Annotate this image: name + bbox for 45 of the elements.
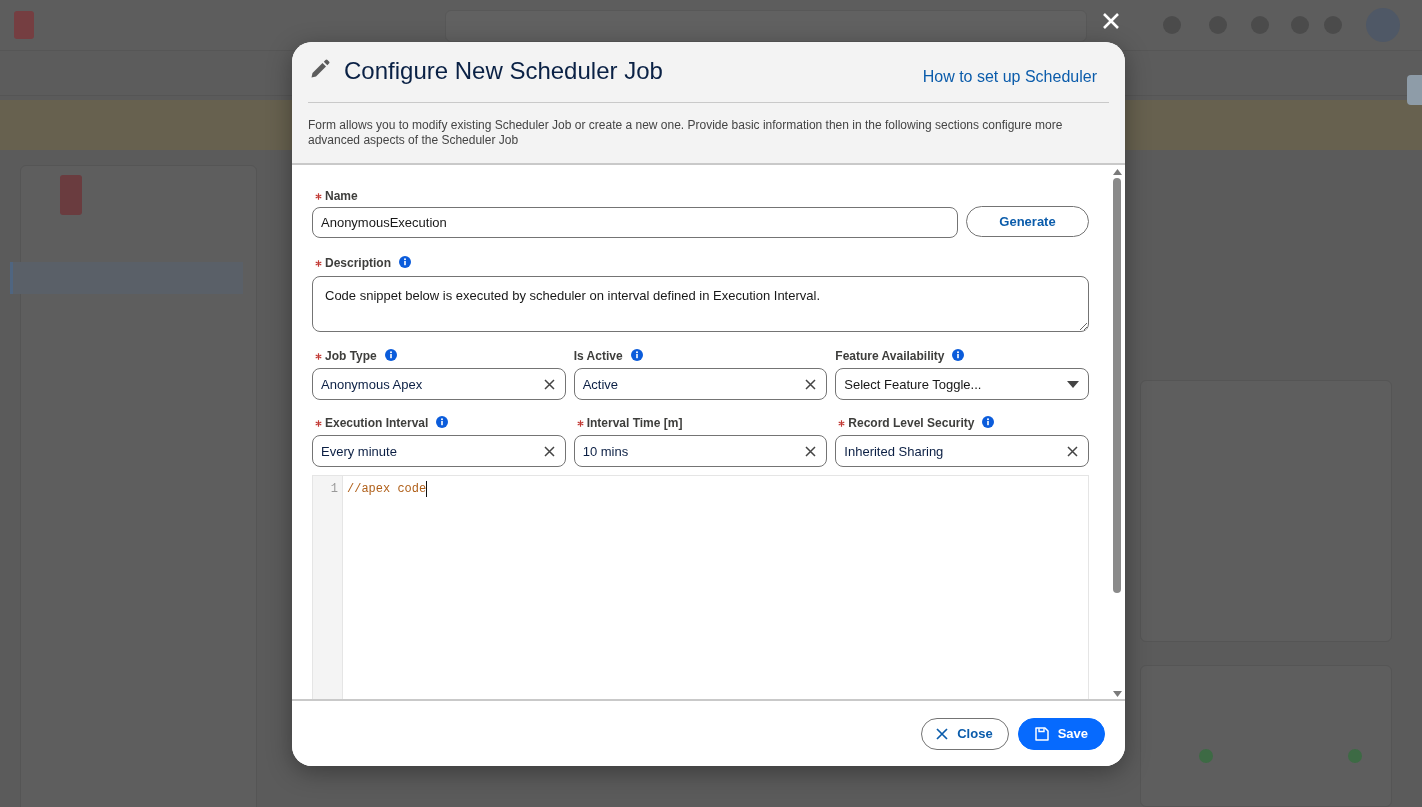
code-line: //apex code	[347, 481, 428, 497]
info-icon[interactable]	[982, 415, 995, 428]
caret-down-icon	[1067, 380, 1079, 388]
line-number: 1	[330, 481, 338, 497]
name-input[interactable]: AnonymousExecution	[312, 207, 958, 238]
info-icon[interactable]	[384, 348, 397, 361]
save-icon	[1034, 726, 1049, 741]
scrollbar-thumb[interactable]	[1113, 178, 1121, 593]
close-icon[interactable]	[1102, 12, 1120, 30]
description-textarea[interactable]: Code snippet below is executed by scheduler on interval defined in Execution Interval.	[312, 276, 1089, 332]
code-editor[interactable]: 1 //apex code	[312, 475, 1089, 699]
scroll-up-icon[interactable]	[1112, 169, 1122, 175]
combobox[interactable]: Anonymous Apex	[312, 368, 566, 400]
field-label: Execution Interval	[325, 416, 429, 430]
field-label: Job Type	[325, 349, 377, 363]
close-button[interactable]: Close	[921, 717, 1009, 750]
info-icon[interactable]	[952, 348, 965, 361]
clear-icon[interactable]	[805, 445, 817, 457]
combobox[interactable]: 10 mins	[573, 435, 828, 467]
field-label: Interval Time [m]	[586, 416, 683, 430]
info-icon[interactable]	[630, 348, 643, 361]
intro-text: Form allows you to modify existing Scheduler Job or create a new one. Provide basic information then in the following sections configure more advanced aspects of the Scheduler Job	[308, 118, 1064, 148]
combobox[interactable]: Every minute	[312, 435, 566, 467]
field-label: Record Level Security	[848, 416, 975, 430]
generate-button[interactable]: Generate	[966, 205, 1089, 237]
field-label: Description	[325, 256, 391, 270]
field-label: Name	[325, 189, 358, 203]
help-link[interactable]: How to set up Scheduler	[922, 68, 1097, 86]
combobox[interactable]: Active	[573, 368, 828, 400]
clear-icon[interactable]	[805, 378, 817, 390]
info-icon[interactable]	[436, 415, 449, 428]
scrollbar[interactable]	[1112, 169, 1122, 697]
save-button[interactable]: Save	[1017, 717, 1105, 750]
field-label: Feature Availability	[835, 349, 945, 363]
dropdown-field[interactable]: Select Feature Toggle...	[835, 368, 1089, 400]
dialog-title: Configure New Scheduler Job	[344, 57, 663, 85]
clear-icon[interactable]	[543, 445, 555, 457]
field-label: Is Active	[573, 349, 623, 363]
scroll-down-icon[interactable]	[1112, 691, 1122, 697]
clear-icon[interactable]	[543, 378, 555, 390]
info-icon[interactable]	[399, 255, 411, 268]
clear-icon[interactable]	[1067, 445, 1078, 457]
combobox[interactable]: Inherited Sharing	[835, 435, 1089, 467]
close-icon	[936, 727, 949, 740]
pencil-icon	[310, 59, 330, 79]
